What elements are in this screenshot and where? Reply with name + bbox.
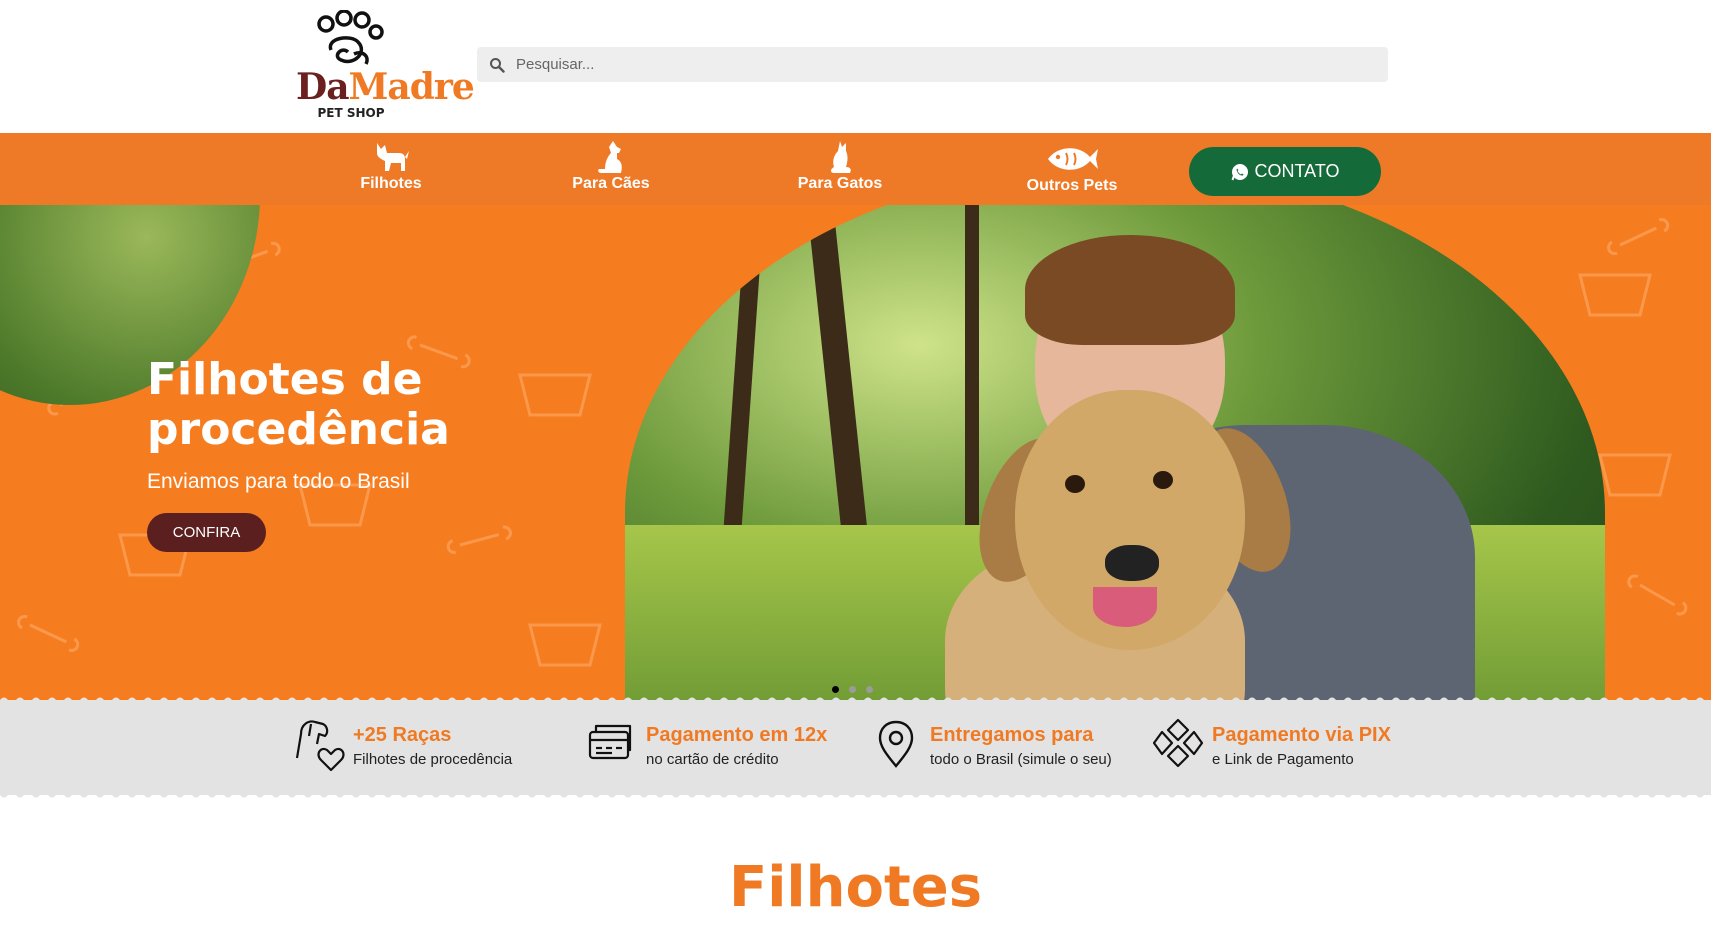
logo[interactable]: DaMadre PET SHOP [296, 10, 475, 122]
pix-icon [1152, 718, 1204, 768]
slider-dot-1[interactable] [832, 686, 839, 693]
location-pin-icon [878, 720, 914, 768]
confira-button[interactable]: CONFIRA [147, 513, 266, 552]
contact-label: CONTATO [1254, 161, 1340, 181]
nav-label-para-gatos: Para Gatos [797, 175, 883, 192]
feature-title: +25 Raças [353, 724, 452, 746]
search-input[interactable] [516, 56, 1316, 73]
whatsapp-icon [1231, 163, 1248, 180]
feature-desc: e Link de Pagamento [1212, 751, 1354, 768]
nav-label-para-caes: Para Cães [572, 175, 650, 192]
slider-dot-3[interactable] [866, 686, 873, 693]
features-strip [0, 697, 1711, 798]
feature-desc: no cartão de crédito [646, 751, 779, 768]
feature-desc: Filhotes de procedência [353, 751, 513, 768]
nav-item-filhotes[interactable]: Filhotes [350, 133, 432, 205]
nav-item-outros-pets[interactable]: Outros Pets [1018, 133, 1126, 205]
logo-subtitle: PET SHOP [317, 106, 385, 120]
hero-title: Filhotes de procedência [147, 354, 450, 455]
cat-icon [831, 141, 851, 173]
logo-part2: Madre [348, 66, 475, 108]
feature-racas: +25 Raças Filhotes de procedência [293, 714, 512, 776]
dog-heart-icon [295, 720, 345, 772]
puppy-icon [377, 143, 409, 171]
site-header: DaMadre PET SHOP [0, 0, 1711, 133]
nav-item-para-gatos[interactable]: Para Gatos [790, 133, 890, 205]
nav-label-filhotes: Filhotes [360, 175, 422, 192]
feature-pagamento-12x: Pagamento em 12x no cartão de crédito [586, 714, 827, 776]
search-bar[interactable] [477, 47, 1388, 82]
feature-title: Pagamento em 12x [646, 724, 828, 746]
hero-subtitle: Enviamos para todo o Brasil [147, 470, 410, 493]
nav-item-para-caes[interactable]: Para Cães [565, 133, 657, 205]
feature-entrega: Entregamos para todo o Brasil (simule o … [870, 714, 1112, 776]
hero-photo-boy-dog [625, 205, 1605, 702]
dog-icon [598, 141, 622, 173]
nav-label-outros-pets: Outros Pets [1026, 177, 1118, 194]
credit-card-icon [588, 724, 632, 760]
feature-title: Pagamento via PIX [1212, 724, 1391, 746]
contact-button[interactable]: CONTATO [1189, 147, 1381, 196]
feature-pix: Pagamento via PIX e Link de Pagamento [1152, 714, 1391, 776]
search-icon[interactable] [489, 57, 505, 73]
section-title-filhotes: Filhotes [728, 855, 983, 920]
fish-icon [1048, 148, 1098, 170]
paw-logo-icon [317, 10, 384, 65]
feature-title: Entregamos para [930, 724, 1094, 746]
logo-part1: Da [296, 66, 350, 108]
feature-desc: todo o Brasil (simule o seu) [930, 751, 1112, 768]
main-nav: Filhotes Para Cães Para Gatos Outros Pet… [0, 133, 1711, 205]
slider-dots [832, 686, 873, 693]
slider-dot-2[interactable] [849, 686, 856, 693]
